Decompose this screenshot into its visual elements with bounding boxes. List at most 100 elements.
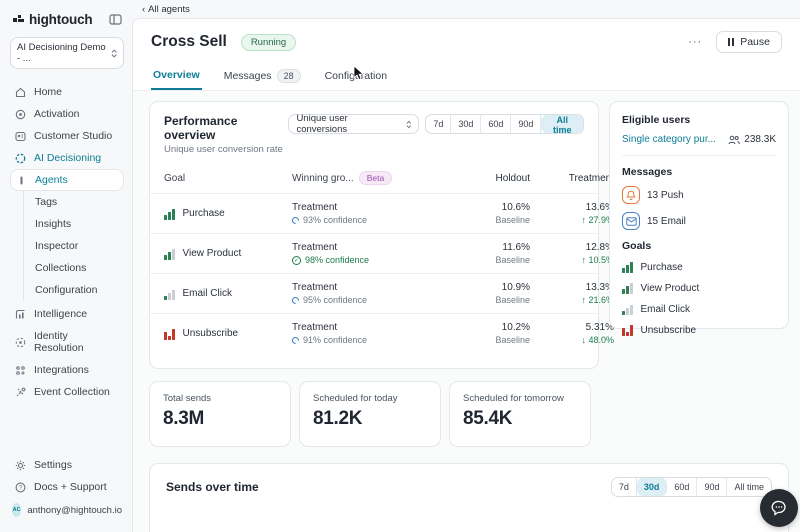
scheduled-tomorrow-card: Scheduled for tomorrow 85.4K xyxy=(449,381,591,447)
holdout-baseline-label: Baseline xyxy=(442,215,530,225)
chat-bubble-icon xyxy=(770,499,788,517)
table-row[interactable]: Purchase Treatment 93% confidence 10.6% … xyxy=(150,193,598,233)
tab-configuration[interactable]: Configuration xyxy=(323,63,389,90)
sidebar-collapse-icon[interactable] xyxy=(109,13,122,26)
help-circle-icon: ? xyxy=(14,482,27,493)
metric-select[interactable]: Unique user conversions xyxy=(288,114,419,134)
agent-panel: Cross Sell Running ··· Pause Overview Me… xyxy=(132,18,800,532)
sidebar-item-identity-resolution[interactable]: Identity Resolution xyxy=(10,325,124,359)
sidebar-item-insights[interactable]: Insights xyxy=(33,213,124,235)
avatar: AC xyxy=(12,503,21,517)
tab-overview[interactable]: Overview xyxy=(151,63,202,90)
top-strip: ‹ All agents xyxy=(132,0,800,18)
range-7d-button[interactable]: 7d xyxy=(612,478,637,496)
stat-value: 8.3M xyxy=(163,408,277,430)
sidebar-item-customer-studio[interactable]: Customer Studio xyxy=(10,125,124,147)
winner-label: Treatment xyxy=(292,242,442,253)
range-30d-button[interactable]: 30d xyxy=(637,478,668,496)
sidebar-item-label: Activation xyxy=(34,108,80,120)
breadcrumb-label: All agents xyxy=(148,4,190,15)
treatment-value: 5.31% xyxy=(530,322,614,333)
push-messages-row[interactable]: 13 Push xyxy=(622,186,776,204)
range-90d-button[interactable]: 90d xyxy=(511,115,541,133)
sidebar-item-label: Insights xyxy=(35,218,71,230)
sidebar-item-intelligence[interactable]: Intelligence xyxy=(10,303,124,325)
treatment-value: 13.6% xyxy=(530,202,614,213)
col-treatment: Treatment xyxy=(530,173,614,184)
sidebar-item-event-collection[interactable]: Event Collection xyxy=(10,381,124,403)
agents-icon xyxy=(15,175,28,186)
confidence-label: 91% confidence xyxy=(303,335,367,345)
sidebar-item-tags[interactable]: Tags xyxy=(33,191,124,213)
winner-label: Treatment xyxy=(292,282,442,293)
goal-list-item[interactable]: Email Click xyxy=(622,303,776,315)
status-badge: Running xyxy=(241,34,296,51)
sidebar-user-menu[interactable]: AC anthony@hightouch.io xyxy=(10,498,124,522)
table-header-row: Goal Winning gro... Beta Holdout Treatme… xyxy=(150,167,598,193)
home-icon xyxy=(14,87,27,98)
sidebar-item-collections[interactable]: Collections xyxy=(33,257,124,279)
holdout-value: 10.2% xyxy=(442,322,530,333)
range-60d-button[interactable]: 60d xyxy=(481,115,511,133)
audience-link[interactable]: Single category pur... xyxy=(622,134,716,145)
sidebar-item-ai-decisioning[interactable]: AI Decisioning xyxy=(10,147,124,169)
range-30d-button[interactable]: 30d xyxy=(451,115,481,133)
sidebar-item-label: Customer Studio xyxy=(34,130,112,142)
sidebar-item-agents[interactable]: Agents xyxy=(10,169,124,191)
chevron-left-icon: ‹ xyxy=(142,4,145,15)
range-90d-button[interactable]: 90d xyxy=(697,478,727,496)
users-icon xyxy=(728,135,740,145)
sidebar-item-inspector[interactable]: Inspector xyxy=(33,235,124,257)
email-messages-row[interactable]: 15 Email xyxy=(622,212,776,230)
sidebar-item-settings[interactable]: Settings xyxy=(10,454,124,476)
workspace-selector[interactable]: AI Decisioning Demo - ... xyxy=(10,37,124,69)
goal-bars-icon xyxy=(622,324,633,336)
range-7d-button[interactable]: 7d xyxy=(426,115,451,133)
goal-list-item[interactable]: View Product xyxy=(622,282,776,294)
sidebar-item-integrations[interactable]: Integrations xyxy=(10,359,124,381)
goal-bars-icon xyxy=(622,303,633,315)
stat-value: 81.2K xyxy=(313,408,427,430)
range-60d-button[interactable]: 60d xyxy=(667,478,697,496)
sends-range-segmented: 7d 30d 60d 90d All time xyxy=(611,477,772,497)
sidebar-item-configuration[interactable]: Configuration xyxy=(33,279,124,301)
messages-section-title: Messages xyxy=(622,166,776,178)
sidebar-item-activation[interactable]: Activation xyxy=(10,103,124,125)
page-title: Cross Sell xyxy=(151,33,227,51)
agent-summary-card: Eligible users Single category pur... 23… xyxy=(609,101,789,329)
stat-label: Total sends xyxy=(163,393,277,404)
range-alltime-button[interactable]: All time xyxy=(727,478,771,496)
breadcrumb[interactable]: ‹ All agents xyxy=(142,4,190,15)
treatment-value: 13.3% xyxy=(530,282,614,293)
table-row[interactable]: View Product Treatment ✓98% confidence 1… xyxy=(150,233,598,273)
goal-list-item[interactable]: Purchase xyxy=(622,261,776,273)
goal-name: Email Click xyxy=(183,288,232,299)
tab-label: Messages xyxy=(224,70,272,82)
activation-icon xyxy=(14,109,27,120)
messages-count-badge: 28 xyxy=(277,69,301,83)
identity-resolution-icon xyxy=(14,337,27,348)
envelope-icon xyxy=(622,212,640,230)
sends-bar-chart: 40K xyxy=(166,523,772,532)
scheduled-today-card: Scheduled for today 81.2K xyxy=(299,381,441,447)
sidebar-item-label: AI Decisioning xyxy=(34,152,101,164)
confidence-label: 95% confidence xyxy=(303,295,367,305)
overflow-menu-icon[interactable]: ··· xyxy=(688,36,702,48)
table-row[interactable]: Unsubscribe Treatment 91% confidence 10.… xyxy=(150,313,598,353)
sidebar-item-docs-support[interactable]: ? Docs + Support xyxy=(10,476,124,498)
event-collection-icon xyxy=(14,387,27,398)
table-row[interactable]: Email Click Treatment 95% confidence 10.… xyxy=(150,273,598,313)
sidebar-item-home[interactable]: Home xyxy=(10,81,124,103)
treatment-delta: ↑ 27.9% xyxy=(530,215,614,225)
sidebar-item-label: Settings xyxy=(34,459,72,471)
eligible-users-title: Eligible users xyxy=(622,114,776,126)
goal-list-item[interactable]: Unsubscribe xyxy=(622,324,776,336)
tab-messages[interactable]: Messages 28 xyxy=(222,63,303,90)
hightouch-logo-icon xyxy=(12,13,25,26)
panel-header: Cross Sell Running ··· Pause xyxy=(133,19,800,53)
sidebar-item-label: Agents xyxy=(35,174,68,186)
range-alltime-button[interactable]: All time xyxy=(541,115,583,133)
chat-fab-button[interactable] xyxy=(760,489,798,527)
pause-button[interactable]: Pause xyxy=(716,31,782,53)
tab-label: Configuration xyxy=(325,70,387,82)
